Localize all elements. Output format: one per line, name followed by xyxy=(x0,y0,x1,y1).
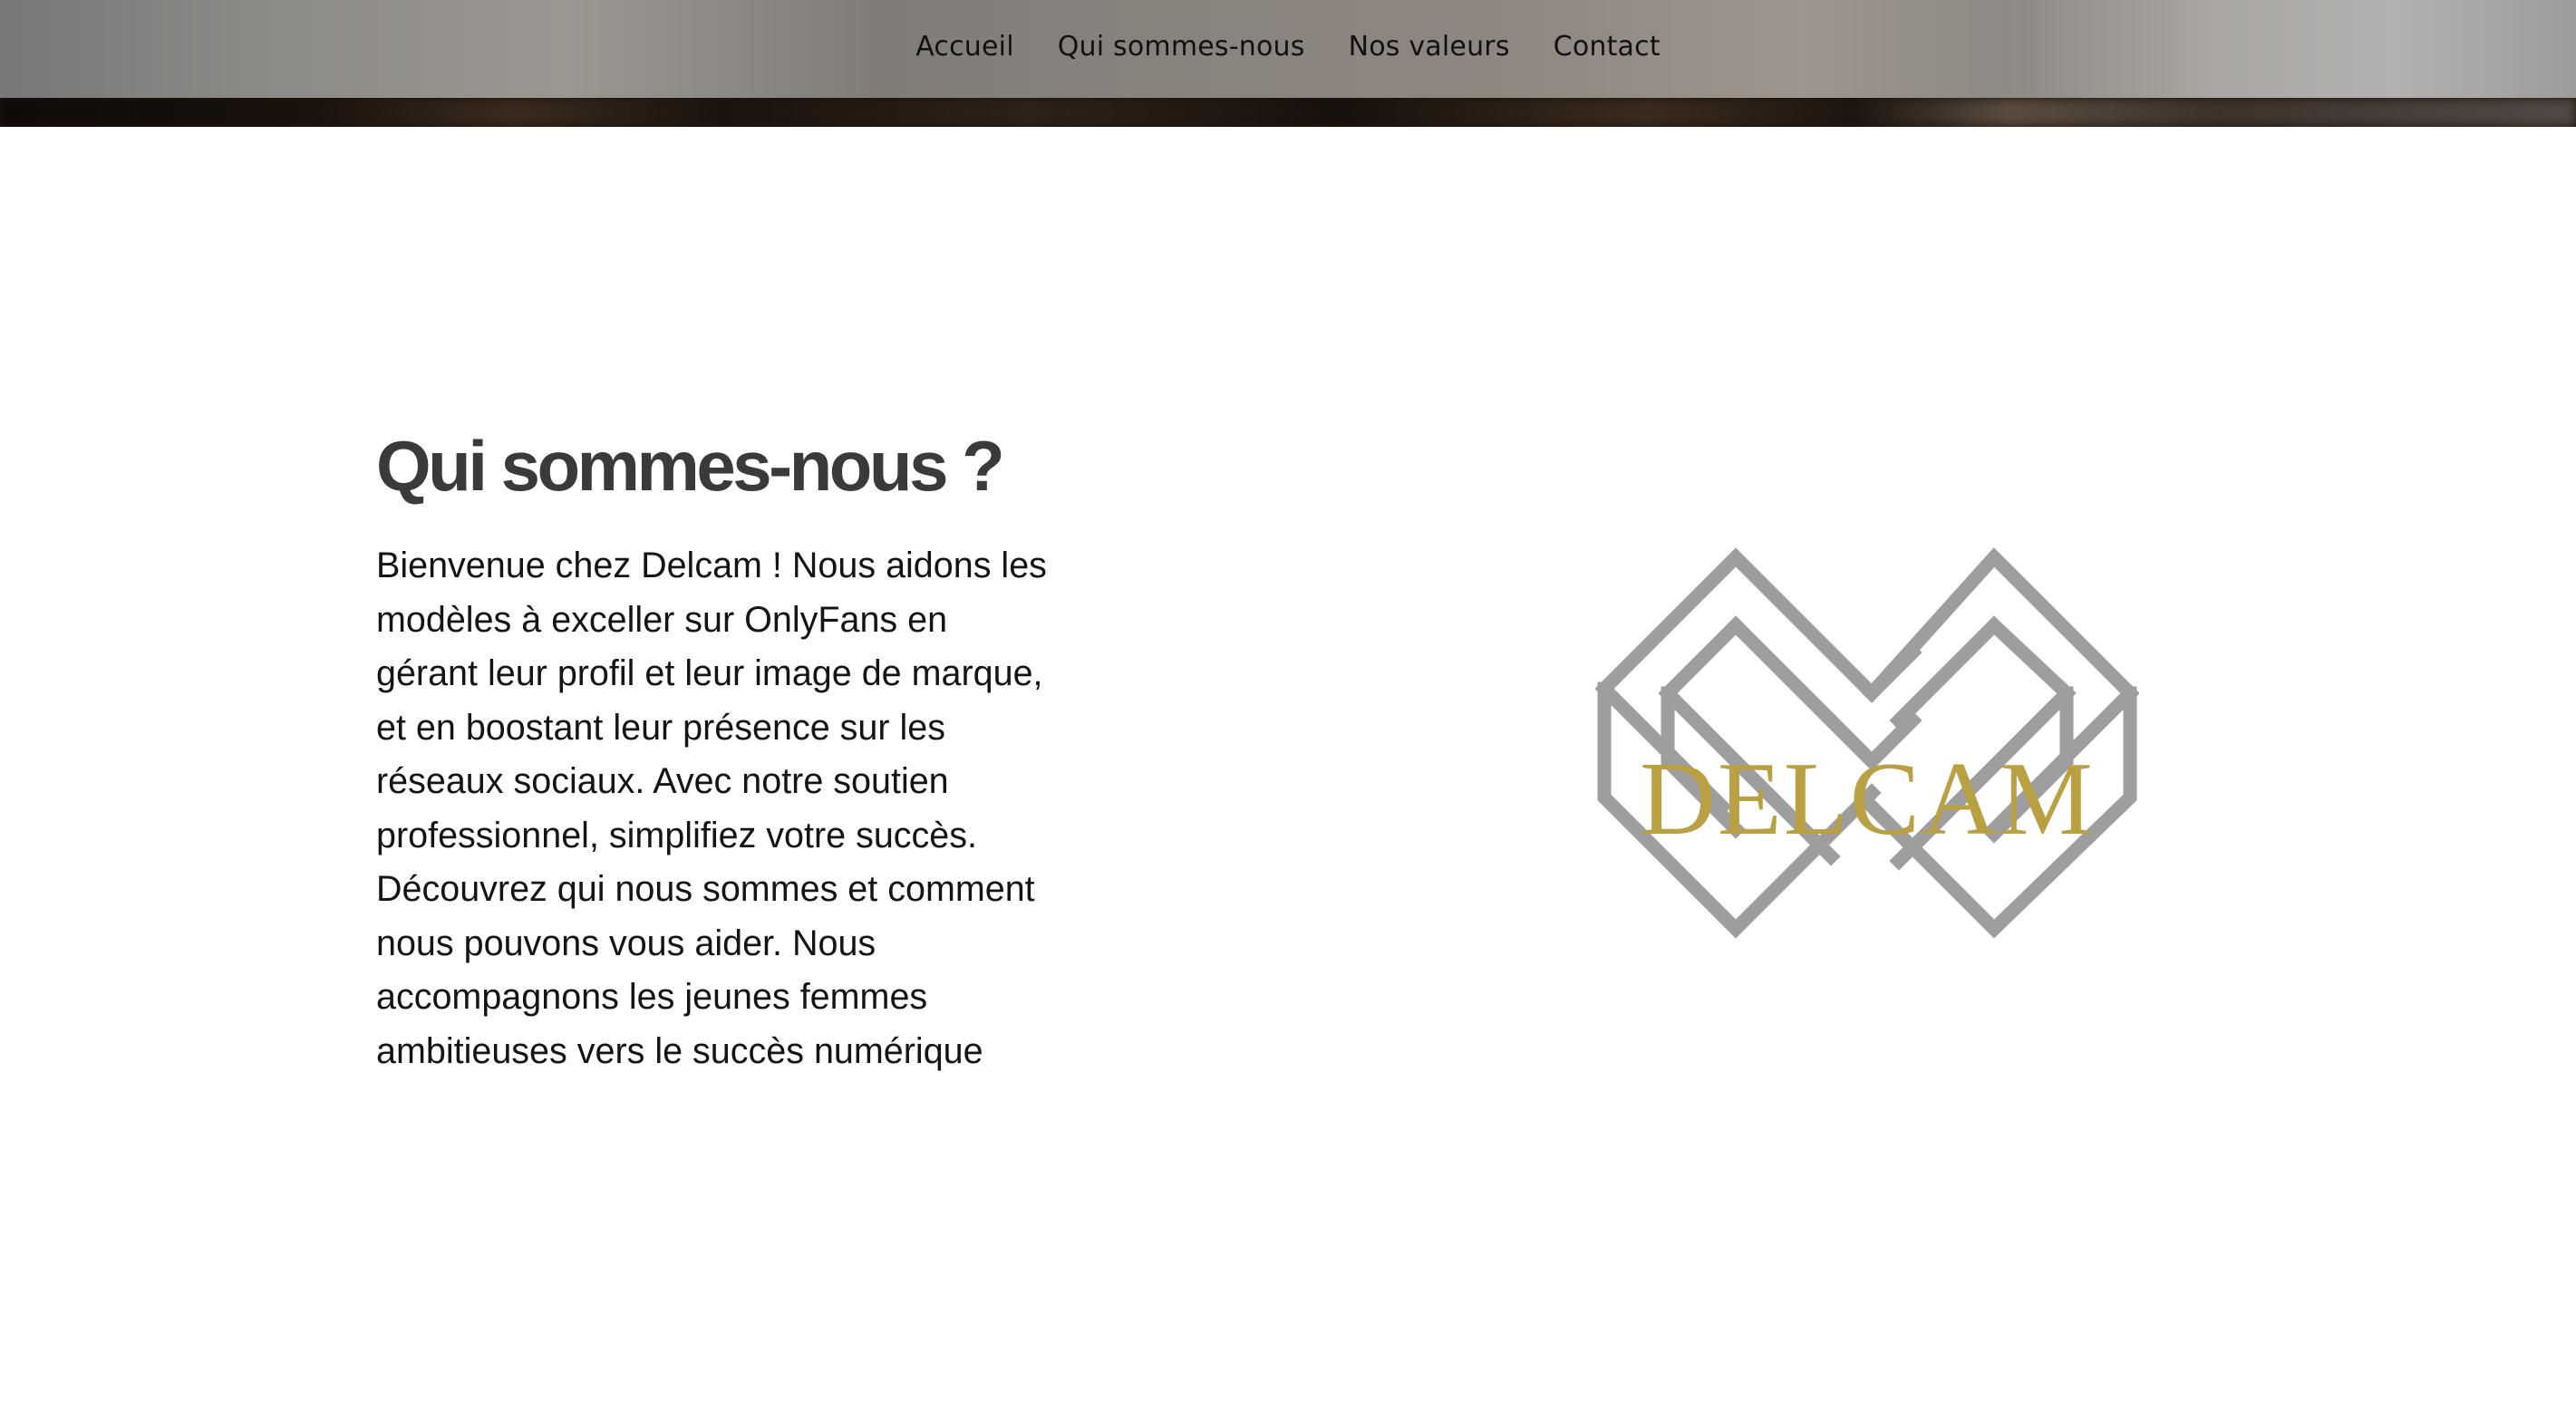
nav-item-accueil: Accueil xyxy=(915,31,1014,63)
about-text-block: Qui sommes-nous ? Bienvenue chez Delcam … xyxy=(376,430,1047,1078)
top-navigation: Accueil Qui sommes-nous Nos valeurs Cont… xyxy=(0,0,2576,98)
logo-wordmark: DELCAM xyxy=(1640,741,2095,857)
about-section: Qui sommes-nous ? Bienvenue chez Delcam … xyxy=(0,127,2576,1401)
hero-banner: Accueil Qui sommes-nous Nos valeurs Cont… xyxy=(0,0,2576,127)
nav-link-qui-sommes-nous[interactable]: Qui sommes-nous xyxy=(1058,31,1305,63)
nav-item-nos-valeurs: Nos valeurs xyxy=(1349,31,1510,63)
nav-link-nos-valeurs[interactable]: Nos valeurs xyxy=(1349,31,1510,63)
intro-paragraph: Bienvenue chez Delcam ! Nous aidons les … xyxy=(376,546,1047,1071)
nav-item-qui-sommes-nous: Qui sommes-nous xyxy=(1058,31,1305,63)
nav-link-accueil[interactable]: Accueil xyxy=(915,31,1014,63)
delcam-logo-graphic: DELCAM xyxy=(1594,547,2140,939)
hero-image-strip xyxy=(0,98,2576,127)
nav-link-contact[interactable]: Contact xyxy=(1554,31,1661,63)
delcam-logo: DELCAM xyxy=(1532,544,2203,1051)
nav-menu: Accueil Qui sommes-nous Nos valeurs Cont… xyxy=(0,0,2576,96)
nav-item-contact: Contact xyxy=(1554,31,1661,63)
page-title: Qui sommes-nous ? xyxy=(376,426,1005,506)
